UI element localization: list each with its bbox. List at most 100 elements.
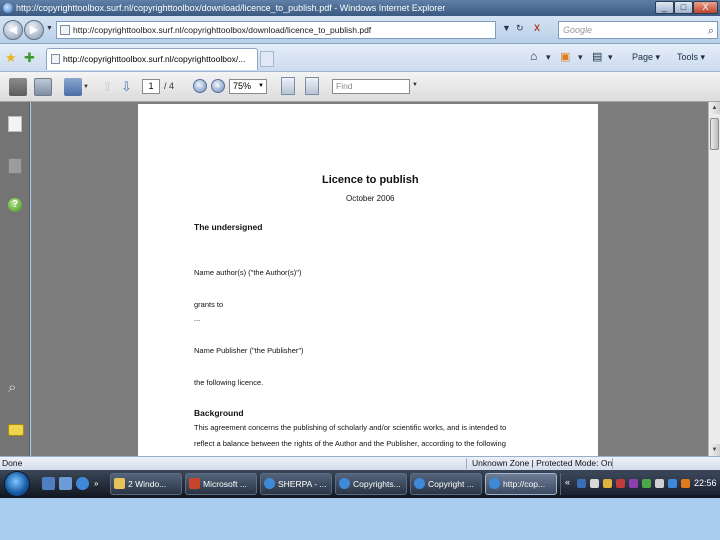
tray-app-icon[interactable] (681, 479, 690, 488)
prev-page-icon[interactable]: ⇧ (102, 80, 113, 94)
field-name-authors: Name author(s) ("the Author(s)") (194, 268, 302, 277)
search-icon[interactable]: ⌕ (708, 23, 714, 39)
print-cmd-icon[interactable]: ▤ (592, 50, 602, 63)
zoom-out-icon[interactable]: − (193, 79, 207, 93)
stop-icon[interactable]: X (534, 23, 540, 33)
ie-quicklaunch-icon[interactable] (76, 477, 89, 490)
tray-app-icon[interactable] (668, 479, 677, 488)
ie-icon (489, 478, 500, 489)
add-favorites-icon[interactable]: ✚ (24, 50, 35, 66)
scroll-up-icon[interactable]: ▲ (709, 102, 720, 114)
ie-icon (339, 478, 350, 489)
scroll-thumb[interactable] (710, 118, 719, 150)
new-tab-button[interactable] (260, 51, 274, 67)
start-orb-icon[interactable] (4, 471, 30, 497)
home-dropdown-icon[interactable]: ▾ (546, 52, 551, 63)
print-dropdown-icon[interactable]: ▾ (608, 52, 613, 63)
navigation-pane: ? ⌕ (0, 102, 30, 456)
search-placeholder: Google (563, 25, 593, 35)
find-input[interactable]: Find (332, 79, 410, 94)
comments-icon[interactable] (8, 424, 24, 436)
maximize-button[interactable]: □ (674, 1, 693, 14)
fit-width-icon[interactable] (305, 77, 319, 95)
tray-app-icon[interactable] (629, 479, 638, 488)
forward-icon[interactable]: ▶ (24, 20, 44, 40)
address-dropdown-icon[interactable]: ▼ (502, 23, 511, 33)
signatures-icon[interactable] (8, 158, 22, 174)
page-number-input[interactable]: 1 (142, 79, 160, 94)
ie-icon (414, 478, 425, 489)
status-divider (612, 458, 613, 469)
search-input[interactable]: Google ⌕ (558, 21, 718, 39)
taskbar-item-copyrights[interactable]: Copyrights... (335, 473, 407, 495)
taskbar-item-windows[interactable]: 2 Windo... (110, 473, 182, 495)
refresh-icon[interactable]: ↻ (516, 23, 524, 34)
tray-expand-icon[interactable]: « (565, 477, 570, 487)
text-following-licence: the following licence. (194, 378, 264, 387)
network-icon[interactable] (577, 479, 586, 488)
taskbar-item-sherpa[interactable]: SHERPA - ... (260, 473, 332, 495)
minimize-button[interactable]: _ (655, 1, 674, 14)
tray-app-icon[interactable] (642, 479, 651, 488)
next-page-icon[interactable]: ⇩ (121, 80, 132, 94)
desktop-background (0, 498, 720, 540)
section-background: Background (194, 408, 244, 418)
address-input[interactable]: http://copyrighttoolbox.surf.nl/copyrigh… (56, 21, 496, 39)
tray-app-icon[interactable] (655, 479, 664, 488)
clock[interactable]: 22:56 (694, 478, 717, 488)
taskbar-item-label: Copyrights... (353, 479, 401, 489)
text-grants-to: grants to (194, 300, 224, 309)
status-bar: Done Unknown Zone | Protected Mode: On (0, 456, 720, 470)
close-button[interactable]: X (693, 1, 718, 14)
pages-panel-icon[interactable] (8, 116, 22, 132)
favorites-star-icon[interactable]: ★ (5, 50, 17, 66)
taskbar-item-label: SHERPA - ... (278, 479, 327, 489)
address-bar-row: ◀ ▶ ▼ http://copyrighttoolbox.surf.nl/co… (0, 16, 720, 44)
volume-icon[interactable] (590, 479, 599, 488)
vertical-scrollbar[interactable]: ▲ ▼ (708, 102, 720, 456)
home-icon[interactable]: ⌂ (530, 49, 537, 63)
screen: http://copyrighttoolbox.surf.nl/copyrigh… (0, 0, 720, 540)
quicklaunch-more-icon[interactable]: » (94, 477, 102, 490)
taskbar-item-label: http://cop... (503, 479, 546, 489)
taskbar-item-label: 2 Windo... (128, 479, 167, 489)
background-line-1: This agreement concerns the publishing o… (194, 423, 507, 432)
feeds-icon[interactable]: ▣ (560, 50, 570, 63)
show-desktop-icon[interactable] (42, 477, 55, 490)
tools-menu[interactable]: Tools ▾ (677, 52, 705, 63)
status-text: Done (2, 458, 23, 468)
tray-app-icon[interactable] (616, 479, 625, 488)
save-icon[interactable] (34, 78, 52, 96)
zoom-select[interactable]: 75% ▼ (229, 79, 267, 94)
ie-icon (264, 478, 275, 489)
hand-tool-icon[interactable]: ▼ (64, 78, 89, 96)
taskbar-item-copyright[interactable]: Copyright ... (410, 473, 482, 495)
scroll-down-icon[interactable]: ▼ (709, 444, 720, 456)
fit-page-icon[interactable] (281, 77, 295, 95)
back-icon[interactable]: ◀ (3, 20, 23, 40)
text-ellipsis: ... (194, 314, 201, 323)
tab-label: http://copyrighttoolbox.surf.nl/copyrigh… (63, 54, 246, 64)
feeds-dropdown-icon[interactable]: ▾ (578, 52, 583, 63)
attachment-icon[interactable]: ⌕ (8, 380, 22, 396)
zoom-in-icon[interactable]: + (211, 79, 225, 93)
taskbar-item-microsoft[interactable]: Microsoft ... (185, 473, 257, 495)
help-icon[interactable]: ? (8, 198, 22, 212)
page-menu[interactable]: Page ▾ (632, 52, 660, 63)
taskbar-item-http[interactable]: http://cop... (485, 473, 557, 495)
page-icon (60, 25, 70, 35)
system-tray: « 22:56 (560, 473, 720, 495)
background-line-2: reflect a balance between the rights of … (194, 439, 506, 448)
window-title: http://copyrighttoolbox.surf.nl/copyrigh… (16, 3, 446, 13)
switch-windows-icon[interactable] (59, 477, 72, 490)
history-dropdown-icon[interactable]: ▼ (46, 25, 54, 33)
window-titlebar: http://copyrighttoolbox.surf.nl/copyrigh… (0, 0, 720, 16)
taskbar-item-label: Copyright ... (428, 479, 474, 489)
status-divider (466, 458, 467, 469)
tab-active[interactable]: http://copyrighttoolbox.surf.nl/copyrigh… (46, 48, 258, 70)
find-dropdown-icon[interactable]: ▼ (412, 82, 418, 88)
section-undersigned: The undersigned (194, 222, 263, 232)
security-zone[interactable]: Unknown Zone | Protected Mode: On (472, 457, 612, 470)
print-icon[interactable] (9, 78, 27, 96)
tray-app-icon[interactable] (603, 479, 612, 488)
